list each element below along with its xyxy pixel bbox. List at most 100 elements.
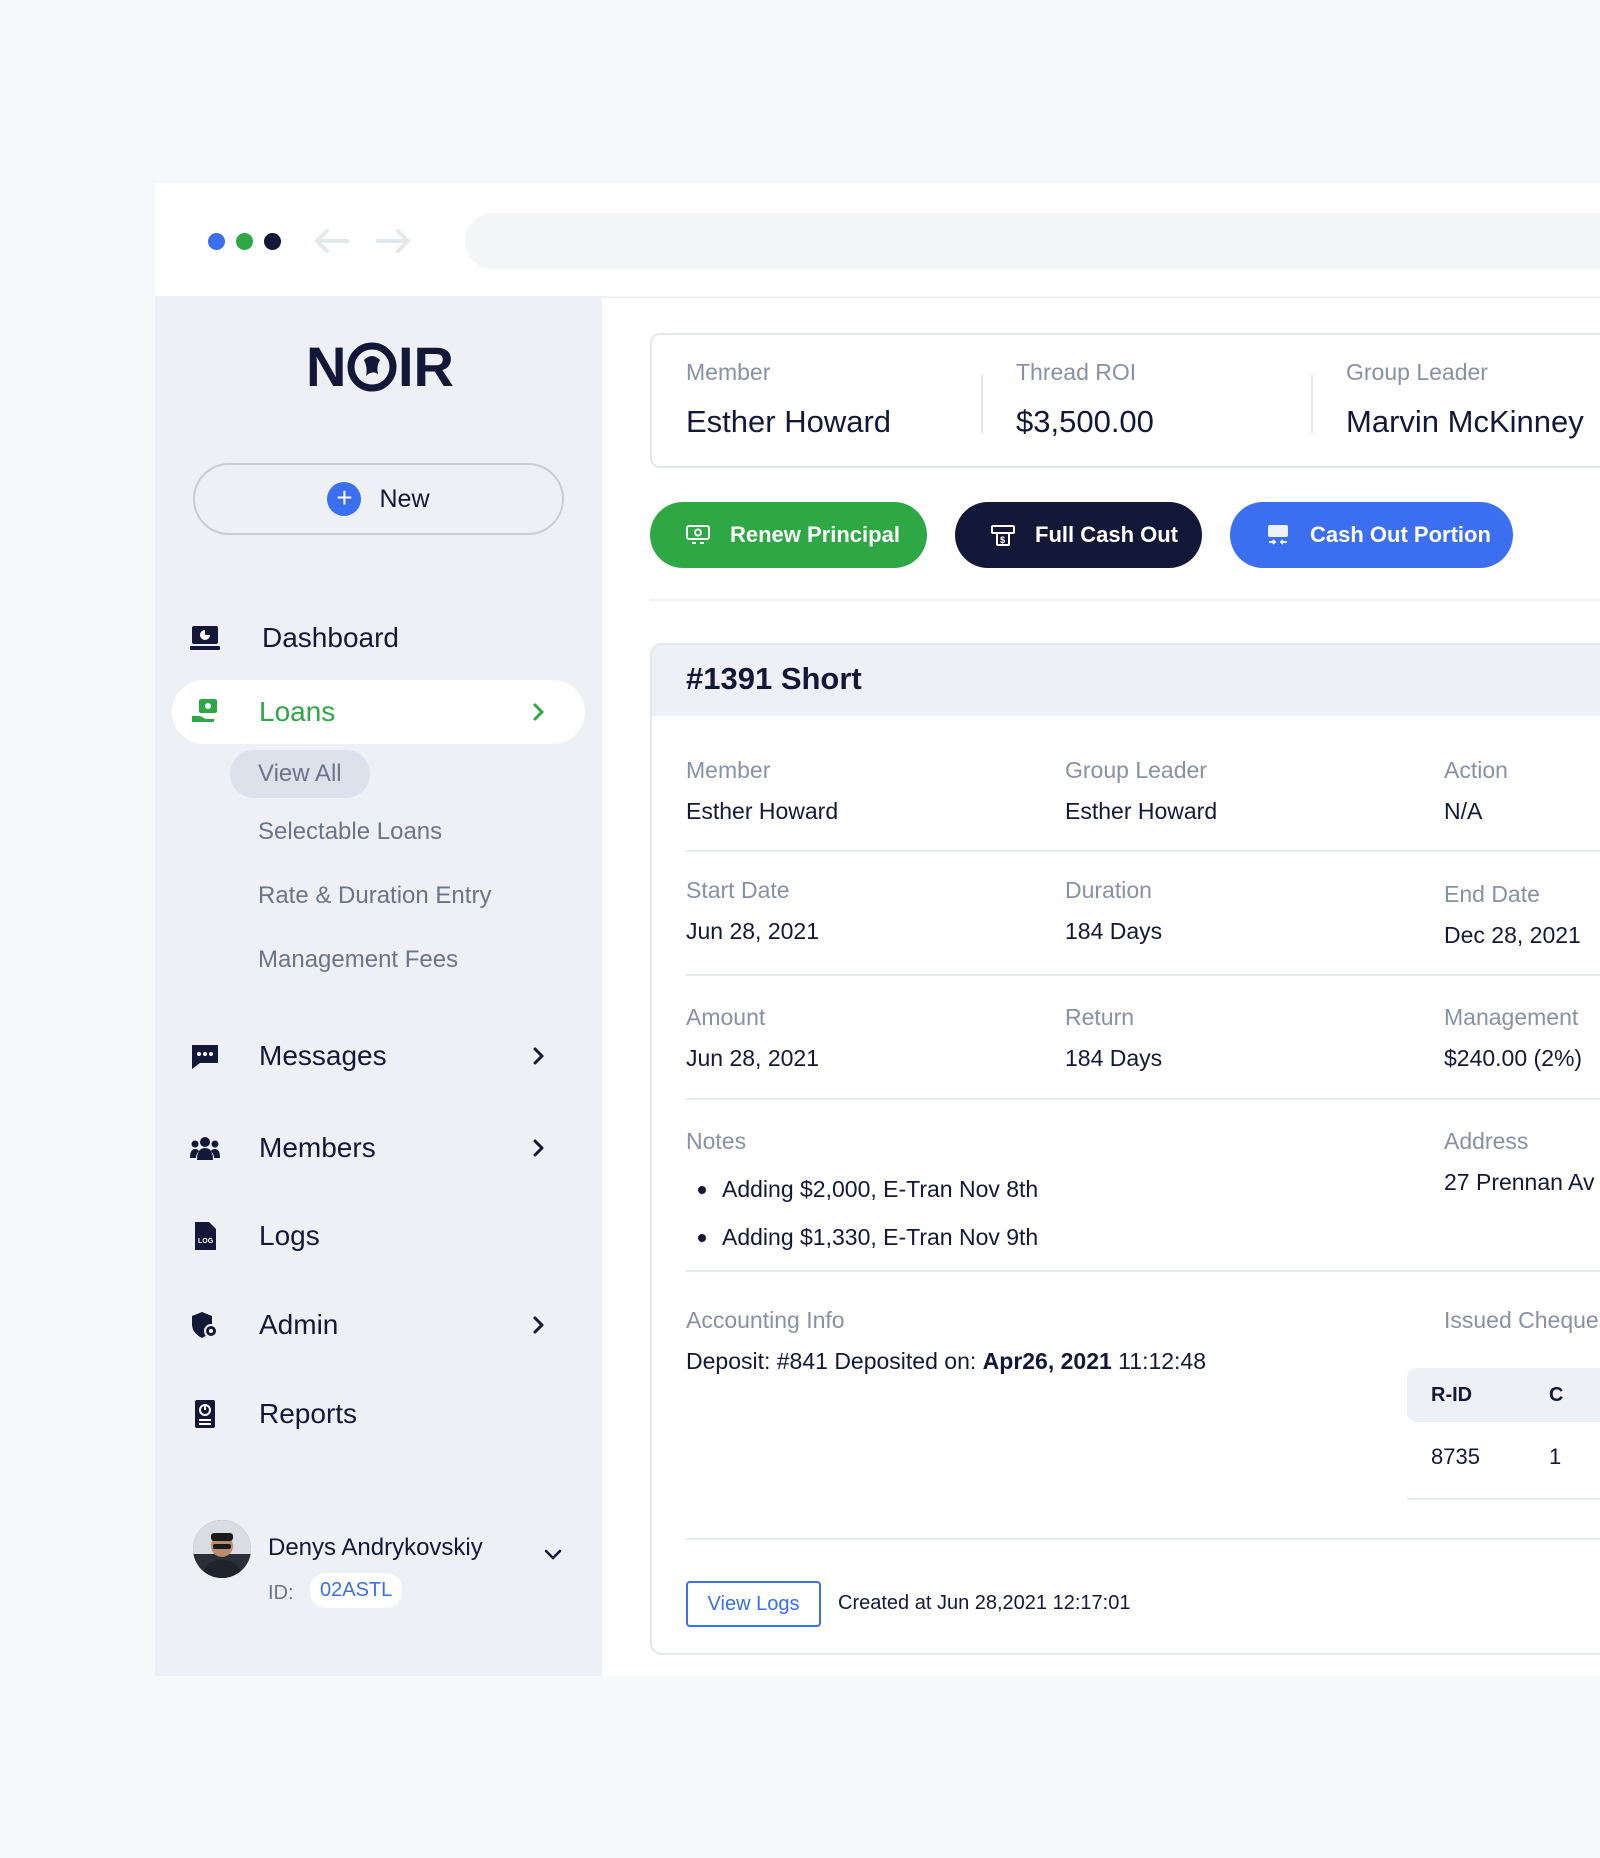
window-dot-blue[interactable] [208,233,225,250]
loan-card-header: #1391 Short [652,645,1600,716]
browser-toolbar [155,183,1600,298]
user-id-badge: 02ASTL [310,1573,403,1608]
admin-shield-icon [192,1312,218,1338]
members-icon [190,1137,220,1160]
full-cash-out-button[interactable]: $ Full Cash Out [955,502,1202,568]
svg-text:LOG: LOG [198,1238,214,1245]
new-button-label: New [379,484,430,513]
field-label: Group Leader [1065,757,1207,783]
list-item: Adding $1,330, E-Tran Nov 9th [686,1213,1038,1261]
field-value: Esther Howard [1065,798,1218,824]
sidebar-item-admin[interactable]: Admin [172,1293,585,1357]
view-logs-button[interactable]: View Logs [686,1581,821,1627]
sidebar-item-label: Loans [259,696,336,727]
row-divider [686,1538,1600,1540]
field-duration: Duration 184 Days [1065,877,1162,945]
summary-roi-label: Thread ROI [1016,359,1137,385]
money-icon [686,525,710,544]
field-label: Accounting Info [686,1307,845,1333]
notes-list: Adding $2,000, E-Tran Nov 8th Adding $1,… [686,1165,1038,1261]
svg-text:$: $ [1000,535,1005,545]
sidebar-item-label: Admin [259,1309,339,1340]
field-amount: Amount Jun 28, 2021 [686,1004,819,1072]
field-label: Address [1444,1128,1529,1154]
table-cell: 8735 [1431,1444,1480,1469]
field-management: Management $240.00 (2%) [1444,1004,1582,1072]
svg-text:N: N [306,336,346,396]
sidebar-item-label: Logs [259,1220,320,1251]
field-value: $240.00 (2%) [1444,1045,1583,1071]
field-start-date: Start Date Jun 28, 2021 [686,877,819,945]
chevron-right-icon [533,1047,544,1065]
sidebar-item-label: Messages [259,1040,387,1071]
user-id-label: ID: [268,1582,294,1604]
field-label: Start Date [686,877,790,903]
field-label: Return [1065,1004,1135,1030]
row-divider [686,974,1600,976]
messages-icon [192,1045,218,1069]
sidebar-subitem-selectable-loans[interactable]: Selectable Loans [258,818,442,846]
browser-window: N IR + New Dashboard Loans View All Sele… [155,183,1600,1676]
field-accounting-info: Accounting Info Deposit: #841 Deposited … [686,1307,1206,1375]
table-header-rid: R-ID [1431,1384,1473,1406]
table-row-divider [1407,1498,1600,1500]
list-item: Adding $2,000, E-Tran Nov 8th [686,1165,1038,1213]
sidebar-item-logs[interactable]: LOG Logs [172,1204,585,1268]
sidebar-subitem-management-fees[interactable]: Management Fees [258,946,458,974]
field-label: Duration [1065,877,1152,903]
accounting-prefix: Deposit: #841 Deposited on: [686,1348,983,1374]
chevron-down-icon[interactable] [543,1548,563,1562]
dashboard-icon [190,626,220,650]
field-value: Jun 28, 2021 [686,918,820,944]
field-value: 184 Days [1065,1045,1163,1071]
sidebar-item-reports[interactable]: Reports [172,1382,585,1446]
field-group-leader: Group Leader Esther Howard [1065,757,1217,825]
cheques-table-header: R-ID C [1407,1368,1600,1422]
accounting-date: Apr26, 2021 [982,1348,1112,1374]
summary-member: Member Esther Howard [686,359,891,440]
sidebar-item-loans[interactable]: Loans [172,680,585,744]
sidebar-subitem-view-all[interactable]: View All [230,750,370,798]
accounting-value: Deposit: #841 Deposited on: Apr26, 2021 … [686,1348,1206,1375]
field-label: Amount [686,1004,766,1030]
address-bar[interactable] [465,213,1600,269]
sidebar-item-label: Reports [259,1398,358,1429]
cash-out-portion-button[interactable]: Cash Out Portion [1230,502,1513,568]
log-file-icon: LOG [195,1222,216,1250]
sidebar-item-dashboard[interactable]: Dashboard [172,606,585,670]
user-name: Denys Andrykovskiy [268,1534,483,1561]
created-timestamp: Created at Jun 28,2021 12:17:01 [838,1592,1131,1614]
avatar [193,1520,251,1578]
summary-divider [981,375,983,433]
summary-roi-value: $3,500.00 [1016,404,1154,439]
main-content: Member Esther Howard Thread ROI $3,500.0… [602,298,1600,1676]
summary-member-value: Esther Howard [686,404,892,439]
chevron-right-icon [533,1316,544,1334]
loans-icon [192,699,217,722]
renew-principal-label: Renew Principal [730,522,900,547]
sidebar-item-messages[interactable]: Messages [172,1024,585,1088]
row-divider [686,850,1600,852]
sidebar-subitem-rate-duration[interactable]: Rate & Duration Entry [258,882,491,910]
summary-leader-label: Group Leader [1346,359,1488,385]
transfer-icon [1268,525,1288,545]
summary-divider [1311,375,1313,433]
new-button[interactable]: + New [193,463,564,535]
renew-principal-button[interactable]: Renew Principal [650,502,927,568]
summary-member-label: Member [686,359,771,385]
loan-summary-card: Member Esther Howard Thread ROI $3,500.0… [650,333,1600,468]
chevron-right-icon [533,1139,544,1157]
window-dot-navy[interactable] [264,233,281,250]
divider [650,599,1600,601]
noir-logo[interactable]: N IR [155,335,602,401]
back-arrow-icon[interactable] [311,223,351,259]
user-profile[interactable]: Denys Andrykovskiy ID: 02ASTL [193,1520,573,1620]
svg-text:IR: IR [398,336,454,396]
summary-leader-value: Marvin McKinney [1346,404,1584,439]
cash-out-portion-label: Cash Out Portion [1310,522,1491,547]
sidebar-item-members[interactable]: Members [172,1116,585,1180]
field-label: Member [686,757,771,783]
summary-roi: Thread ROI $3,500.00 [1016,359,1154,440]
forward-arrow-icon[interactable] [374,223,414,259]
window-dot-green[interactable] [236,233,253,250]
